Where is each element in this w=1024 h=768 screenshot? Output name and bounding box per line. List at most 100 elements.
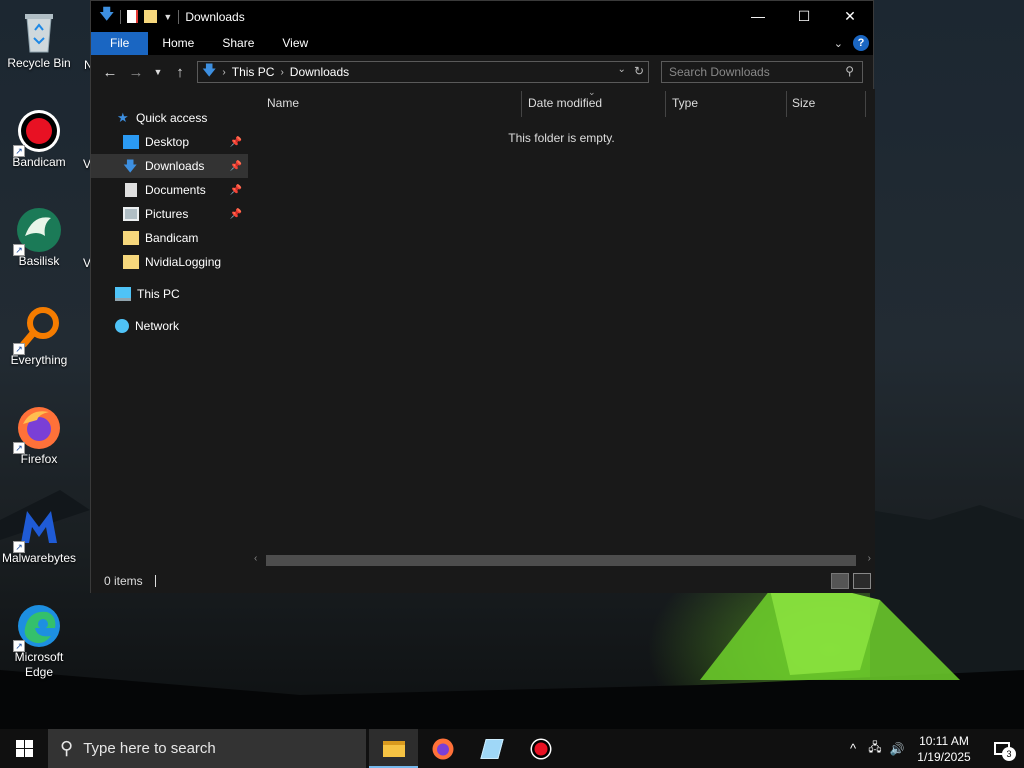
column-divider[interactable] [521,91,522,117]
desktop-icon-label: Basilisk [18,254,60,268]
properties-icon[interactable] [127,10,139,23]
recent-locations-button[interactable]: ▼ [149,67,167,77]
desktop-icon-label: Microsoft Edge [14,650,64,679]
column-type[interactable]: Type [672,96,698,110]
pictures-icon [123,207,139,221]
taskbar-bandicam[interactable] [516,729,565,768]
desktop-icon-recycle-bin[interactable]: Recycle Bin [0,8,78,71]
expand-ribbon-icon[interactable]: ⌄ [834,37,843,50]
nav-item-documents[interactable]: Documents 📌 [91,178,248,202]
firefox-icon: ↗ [13,404,63,454]
desktop-icon-label: Bandicam [12,155,66,169]
ribbon-controls: ⌄ ? [834,35,869,51]
desktop-icon-label: Malwarebytes [1,551,77,565]
desktop-icon-basilisk[interactable]: ↗ Basilisk [0,206,78,269]
search-input[interactable]: Search Downloads [669,65,770,79]
nav-item-pictures[interactable]: Pictures 📌 [91,202,248,226]
column-name[interactable]: Name [267,96,299,110]
desktop-icon-bandicam[interactable]: ↗ Bandicam [0,107,78,170]
desktop-icon-everything[interactable]: ↗ Everything [0,305,78,368]
pin-icon[interactable]: 📌 [230,137,242,148]
details-view-icon[interactable] [831,573,849,589]
chevron-down-icon[interactable]: ⌄ [618,64,626,78]
volume-icon[interactable]: 🔊 [886,742,908,756]
basilisk-icon: ↗ [13,206,63,256]
desktop-icon-malwarebytes[interactable]: ↗ Malwarebytes [0,503,78,566]
up-button[interactable]: ↑ [167,64,193,81]
scroll-right-icon[interactable]: › [868,553,871,564]
taskbar-search[interactable]: ⚲ Type here to search [48,729,366,768]
horizontal-scrollbar[interactable]: ‹ › [248,551,875,569]
help-icon[interactable]: ? [853,35,869,51]
nav-label: NvidiaLogging [145,255,222,269]
desktop-icon-microsoft-edge[interactable]: ↗ Microsoft Edge [0,602,78,680]
address-bar[interactable]: 🡇 › This PC › Downloads ⌄ ↻ [197,61,649,83]
tab-home[interactable]: Home [148,32,208,55]
column-date-modified[interactable]: Date modified [528,96,602,110]
title-bar[interactable]: 🡇 ▼ Downloads — ☐ ✕ [91,1,873,32]
column-divider[interactable] [665,91,666,117]
forward-button[interactable]: → [123,64,149,81]
chevron-down-icon[interactable]: ▼ [163,12,172,22]
close-button[interactable]: ✕ [827,1,873,32]
shortcut-arrow-icon: ↗ [13,640,25,652]
desktop-icon-firefox[interactable]: ↗ Firefox [0,404,78,467]
network-icon [115,319,129,333]
column-divider[interactable] [865,91,866,117]
file-explorer-window[interactable]: 🡇 ▼ Downloads — ☐ ✕ File Home Share View… [90,0,875,593]
search-box[interactable]: Search Downloads ⚲ [661,61,863,83]
maximize-button[interactable]: ☐ [781,1,827,32]
action-center-button[interactable]: 3 [980,729,1024,768]
file-list-pane[interactable]: Name Date modified ⌄ Type Size This fold… [248,87,875,569]
taskbar-search-input[interactable]: Type here to search [83,740,216,757]
breadcrumb-downloads[interactable]: Downloads [290,65,349,79]
column-size[interactable]: Size [792,96,815,110]
clock-time: 10:11 AM [919,733,969,748]
scrollbar-thumb[interactable] [266,555,856,566]
nav-item-downloads[interactable]: 🡇 Downloads 📌 [91,154,248,178]
network-status-icon[interactable]: 🖧 [864,738,886,759]
start-button[interactable] [0,729,48,768]
back-button[interactable]: ← [97,64,123,81]
tab-view[interactable]: View [268,32,322,55]
downloads-icon: 🡇 [123,158,138,174]
large-icons-view-icon[interactable] [853,573,871,589]
show-hidden-icons-icon[interactable]: ^ [842,741,864,756]
system-tray: ^ 🖧 🔊 10:11 AM 1/19/2025 3 [842,729,1024,768]
item-count: 0 items [104,574,143,588]
nav-item-desktop[interactable]: Desktop 📌 [91,130,248,154]
scroll-left-icon[interactable]: ‹ [254,553,257,564]
column-headers: Name Date modified ⌄ Type Size [248,87,875,117]
clock[interactable]: 10:11 AM 1/19/2025 [908,733,980,765]
chevron-right-icon[interactable]: › [222,67,225,78]
taskbar-firefox[interactable] [418,729,467,768]
nav-network[interactable]: Network [91,314,248,338]
tab-file[interactable]: File [91,32,149,55]
refresh-icon[interactable]: ↻ [634,64,644,78]
minimize-button[interactable]: — [735,1,781,32]
file-explorer-icon [382,740,405,757]
nav-item-nvidialogging[interactable]: NvidiaLogging [91,250,248,274]
pin-icon[interactable]: 📌 [230,185,242,196]
pin-icon[interactable]: 📌 [230,161,242,172]
taskbar-app[interactable] [467,729,516,768]
nav-label: This PC [137,287,180,301]
folder-icon [123,255,139,269]
status-divider [154,575,156,587]
taskbar-file-explorer[interactable] [369,729,418,768]
pin-icon[interactable]: 📌 [230,209,242,220]
tab-share[interactable]: Share [208,32,268,55]
nav-quick-access[interactable]: ★ Quick access [91,106,248,130]
nav-label: Pictures [145,207,189,221]
search-icon: ⚲ [60,738,74,758]
new-folder-icon[interactable] [144,10,158,23]
chevron-right-icon[interactable]: › [280,67,283,78]
folder-icon [123,231,139,245]
column-divider[interactable] [786,91,787,117]
divider [120,9,122,24]
status-bar: 0 items [91,569,875,593]
nav-this-pc[interactable]: This PC [91,282,248,306]
nav-item-bandicam[interactable]: Bandicam [91,226,248,250]
breadcrumb-this-pc[interactable]: This PC [232,65,275,79]
address-controls: ⌄ ↻ [618,64,644,78]
